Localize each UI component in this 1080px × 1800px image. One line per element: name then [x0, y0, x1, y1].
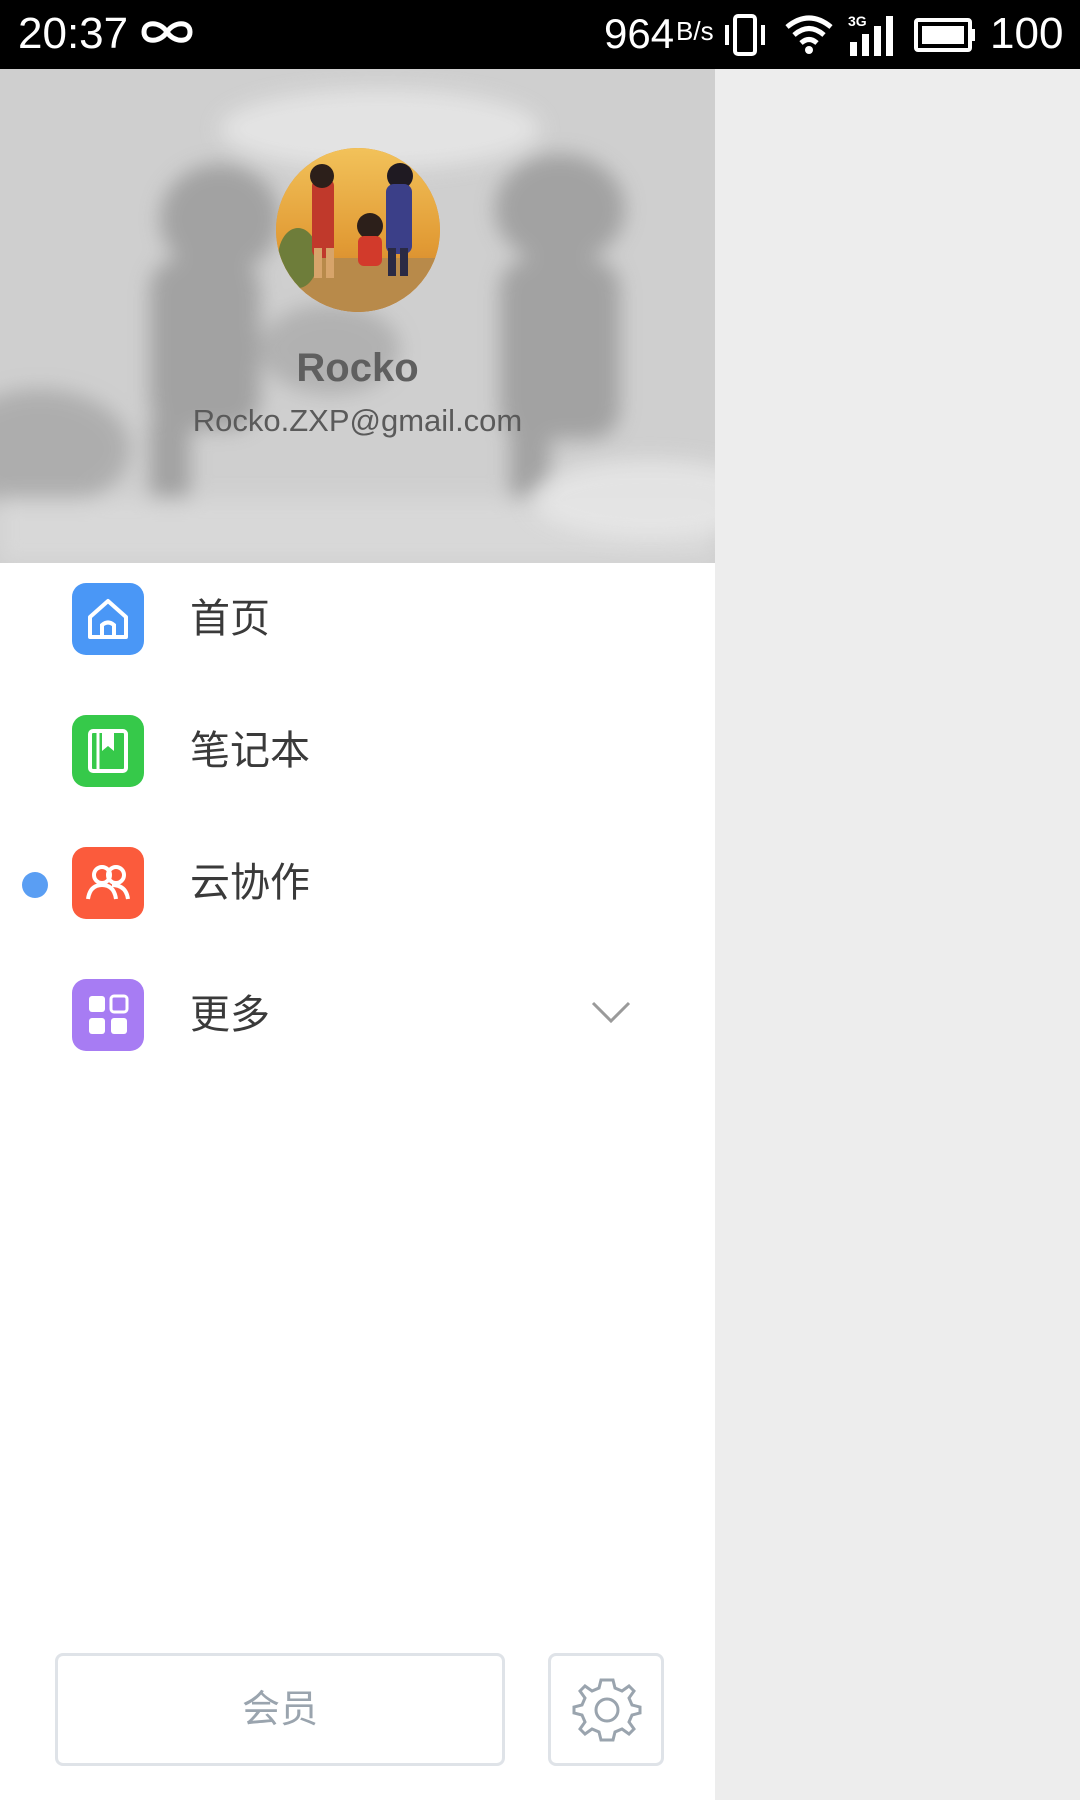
- menu-item-notebook[interactable]: 笔记本: [0, 695, 715, 827]
- more-grid-icon: [72, 979, 144, 1051]
- navigation-drawer: Rocko Rocko.ZXP@gmail.com 首页 笔记本 云协作 更多 …: [0, 69, 715, 1800]
- menu-label-more: 更多: [190, 992, 270, 1038]
- menu-label-collaboration: 云协作: [190, 860, 310, 906]
- screen: 20:37 964 B/s 3G 100 Rocko Rocko.ZXP@gma…: [0, 0, 1080, 1800]
- signal-3g-icon: 3G: [848, 12, 900, 62]
- menu-item-collaboration[interactable]: 云协作: [0, 827, 715, 959]
- content-scrim[interactable]: [715, 69, 1080, 1800]
- profile-name: Rocko: [296, 346, 419, 390]
- profile-email: Rocko.ZXP@gmail.com: [192, 403, 523, 438]
- collaboration-icon: [72, 847, 144, 919]
- avatar[interactable]: [276, 148, 440, 312]
- network-speed-unit: B/s: [676, 16, 714, 46]
- menu-label-home: 首页: [190, 596, 270, 642]
- notebook-icon: [72, 715, 144, 787]
- vibrate-icon: [722, 13, 768, 61]
- home-icon: [72, 583, 144, 655]
- svg-text:3G: 3G: [848, 13, 867, 29]
- vip-button[interactable]: 会员: [55, 1653, 505, 1766]
- settings-button[interactable]: [548, 1653, 664, 1766]
- header-background-image: [0, 69, 715, 563]
- menu-item-home[interactable]: 首页: [0, 563, 715, 695]
- active-indicator-dot: [22, 872, 48, 898]
- gear-icon: [572, 1678, 642, 1742]
- menu-item-more[interactable]: 更多: [0, 959, 715, 1091]
- wifi-icon: [784, 13, 834, 61]
- drawer-header: Rocko Rocko.ZXP@gmail.com: [0, 69, 715, 563]
- menu-label-notebook: 笔记本: [190, 728, 310, 774]
- network-speed: 964: [604, 10, 675, 57]
- battery-icon: [914, 18, 976, 56]
- chevron-down-icon[interactable]: [590, 999, 632, 1029]
- infinity-icon: [140, 17, 194, 51]
- status-time: 20:37: [18, 9, 129, 58]
- status-bar: 20:37 964 B/s 3G 100: [0, 0, 1080, 69]
- battery-level: 100: [990, 9, 1064, 58]
